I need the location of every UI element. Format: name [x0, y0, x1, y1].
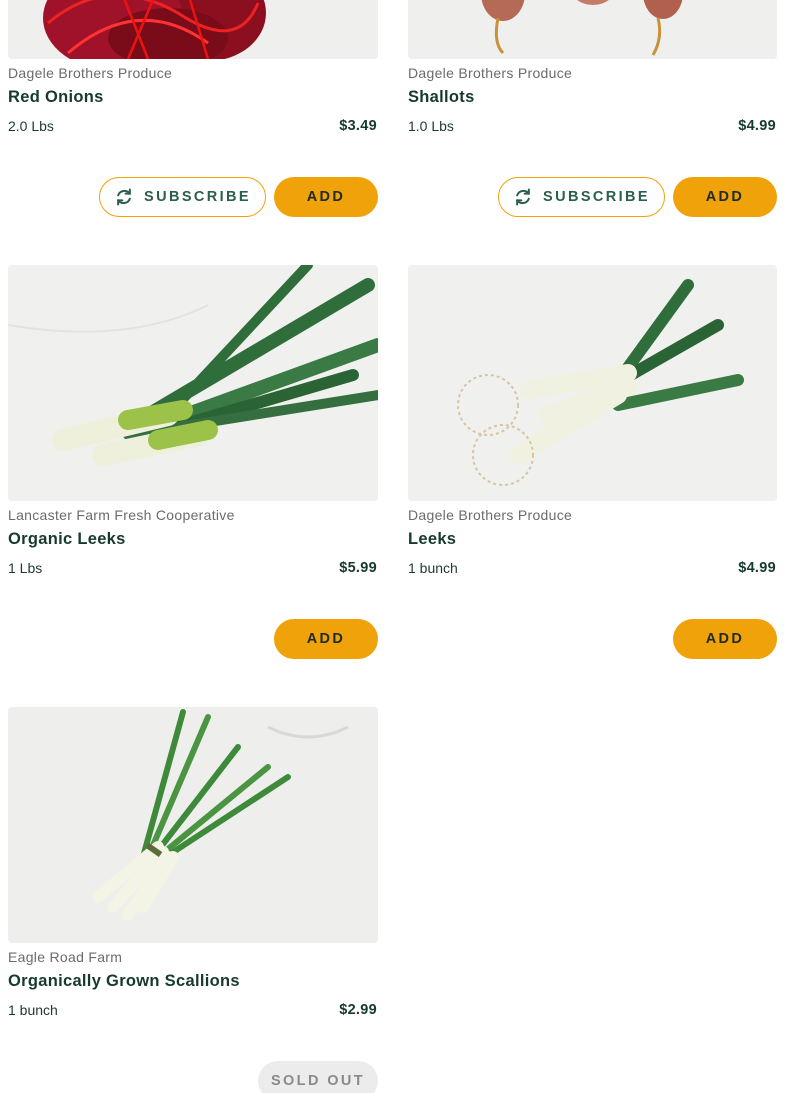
product-name[interactable]: Shallots	[408, 88, 475, 107]
refresh-icon	[117, 188, 131, 206]
product-vendor: Eagle Road Farm	[8, 949, 123, 965]
sold-out-button: SOLD OUT	[258, 1061, 378, 1093]
subscribe-button[interactable]: SUBSCRIBE	[498, 177, 665, 217]
product-name[interactable]: Red Onions	[8, 88, 104, 107]
subscribe-button[interactable]: SUBSCRIBE	[99, 177, 266, 217]
subscribe-label: SUBSCRIBE	[144, 189, 251, 205]
product-size: 1.0 Lbs	[408, 118, 454, 134]
product-image-scallions[interactable]	[8, 707, 378, 943]
product-vendor: Dagele Brothers Produce	[408, 507, 573, 523]
add-button[interactable]: ADD	[274, 619, 378, 659]
product-size: 1 Lbs	[8, 560, 43, 576]
product-price: $2.99	[339, 1002, 377, 1018]
subscribe-label: SUBSCRIBE	[543, 189, 650, 205]
product-name[interactable]: Organically Grown Scallions	[8, 972, 240, 991]
refresh-icon	[516, 188, 530, 206]
product-size: 1 bunch	[408, 560, 458, 576]
product-vendor: Dagele Brothers Produce	[408, 65, 573, 81]
product-price: $5.99	[339, 560, 377, 576]
add-button[interactable]: ADD	[673, 619, 777, 659]
product-size: 2.0 Lbs	[8, 118, 54, 134]
product-image-red-onions[interactable]	[8, 0, 378, 59]
product-size: 1 bunch	[8, 1002, 58, 1018]
product-image-leeks[interactable]	[408, 265, 777, 501]
product-vendor: Lancaster Farm Fresh Cooperative	[8, 507, 235, 523]
add-button[interactable]: ADD	[274, 177, 378, 217]
product-price: $4.99	[738, 118, 776, 134]
add-button[interactable]: ADD	[673, 177, 777, 217]
product-vendor: Dagele Brothers Produce	[8, 65, 173, 81]
product-name[interactable]: Leeks	[408, 530, 456, 549]
product-name[interactable]: Organic Leeks	[8, 530, 126, 549]
product-price: $4.99	[738, 560, 776, 576]
product-image-shallots[interactable]	[408, 0, 777, 59]
product-image-organic-leeks[interactable]	[8, 265, 378, 501]
product-price: $3.49	[339, 118, 377, 134]
